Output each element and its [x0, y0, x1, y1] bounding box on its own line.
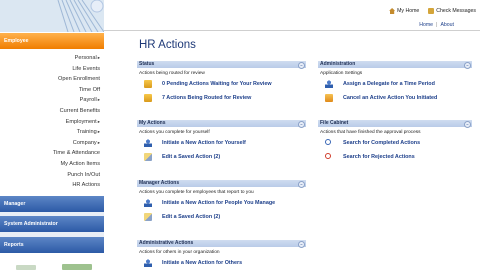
chevron-right-icon: ▸ [97, 55, 100, 60]
sidebar-item-open-enrollment[interactable]: Open Enrollment [0, 74, 103, 85]
edit-saved-action-link[interactable]: Edit a Saved Action (2) [137, 210, 306, 224]
sidebar-item-personal[interactable]: Personal▸ [0, 53, 103, 64]
sidebar-item-company[interactable]: Company▸ [0, 138, 103, 149]
chevron-right-icon: ▸ [97, 129, 100, 135]
banner-graphic [0, 0, 104, 32]
chevron-right-icon: ▸ [97, 118, 100, 124]
status-panel: Status − Actions being routed for review… [137, 61, 306, 109]
panel-description: Actions that have finished the approval … [320, 130, 421, 135]
collapse-icon[interactable]: − [298, 241, 305, 248]
administrative-actions-panel: Administrative Actions − Actions for oth… [137, 240, 306, 270]
panel-description: Actions you complete for yourself [139, 130, 210, 135]
manager-actions-panel: Manager Actions − Actions you complete f… [137, 180, 306, 228]
person-icon [325, 80, 333, 88]
search-icon [325, 139, 331, 145]
sidebar-item-life-events[interactable]: Life Events [0, 64, 103, 75]
employee-menu: Personal▸ Life Events Open Enrollment Ti… [0, 53, 103, 191]
initiate-action-self-link[interactable]: Initiate a New Action for Yourself [137, 136, 306, 150]
folder-icon [325, 94, 333, 102]
assign-delegate-link[interactable]: Assign a Delegate for a Time Period [318, 77, 472, 91]
panel-description: Actions being routed for review [139, 71, 205, 76]
chevron-right-icon: ▸ [97, 139, 100, 145]
search-icon [325, 153, 331, 159]
initiate-action-others-link[interactable]: Initiate a New Action for Others [137, 256, 306, 270]
file-cabinet-panel: File Cabinet − Actions that have finishe… [318, 120, 472, 168]
cancel-active-action-link[interactable]: Cancel an Active Action You Initiated [318, 91, 472, 105]
header-nav: Home | About [419, 22, 454, 28]
pending-actions-link[interactable]: 0 Pending Actions Waiting for Your Revie… [137, 77, 306, 91]
sidebar-item-time-off[interactable]: Time Off [0, 85, 103, 96]
collapse-icon[interactable]: − [298, 181, 305, 188]
panel-description: Actions you complete for employees that … [139, 190, 254, 195]
collapse-icon[interactable]: − [298, 121, 305, 128]
person-icon [144, 139, 152, 147]
sidebar-section-reports[interactable]: Reports [0, 237, 104, 253]
panel-header: Status − [137, 61, 306, 69]
administration-panel: Administration − Application Settings As… [318, 61, 472, 109]
sidebar-section-manager[interactable]: Manager [0, 196, 104, 212]
about-link[interactable]: About [440, 22, 454, 28]
panel-header: Administration − [318, 61, 472, 69]
my-actions-panel: My Actions − Actions you complete for yo… [137, 120, 306, 168]
sidebar-banner [0, 0, 104, 32]
sidebar-item-punch-in-out[interactable]: Punch In/Out [0, 170, 103, 181]
person-icon [144, 259, 152, 267]
header-divider [104, 30, 480, 31]
sidebar-item-payroll[interactable]: Payroll▸ [0, 95, 103, 106]
sidebar-item-hr-actions[interactable]: HR Actions [0, 180, 103, 191]
page-title: HR Actions [139, 39, 196, 51]
edit-icon [144, 153, 152, 161]
collapse-icon[interactable]: − [298, 62, 305, 69]
panel-description: Application Settings [320, 71, 363, 76]
search-completed-actions-link[interactable]: Search for Completed Actions [318, 136, 472, 150]
my-home-link[interactable]: My Home [397, 8, 419, 14]
panel-description: Actions for others in your organization [139, 250, 220, 255]
search-rejected-actions-link[interactable]: Search for Rejected Actions [318, 150, 472, 164]
panel-header: File Cabinet − [318, 120, 472, 128]
top-bar: My Home Check Messages Home | About [104, 0, 480, 30]
collapse-icon[interactable]: − [464, 121, 471, 128]
sidebar: Employee Personal▸ Life Events Open Enro… [0, 0, 104, 270]
panel-header: My Actions − [137, 120, 306, 128]
top-links: My Home Check Messages [389, 8, 476, 14]
panel-header: Manager Actions − [137, 180, 306, 188]
home-link[interactable]: Home [419, 22, 433, 28]
folder-icon [144, 80, 152, 88]
check-messages-link[interactable]: Check Messages [436, 8, 476, 14]
sidebar-section-system-administrator[interactable]: System Administrator [0, 216, 104, 232]
collapse-icon[interactable]: − [464, 62, 471, 69]
edit-icon [144, 213, 152, 221]
sidebar-item-employment[interactable]: Employment▸ [0, 117, 103, 128]
message-icon [428, 8, 435, 14]
chevron-right-icon: ▸ [97, 97, 100, 103]
sidebar-item-training[interactable]: Training▸ [0, 127, 103, 138]
sidebar-item-my-action-items[interactable]: My Action Items [0, 159, 103, 170]
routed-actions-link[interactable]: 7 Actions Being Routed for Review [137, 91, 306, 105]
initiate-action-managed-link[interactable]: Initiate a New Action for People You Man… [137, 196, 306, 210]
sidebar-item-time-attendance[interactable]: Time & Attendance [0, 148, 103, 159]
sidebar-item-current-benefits[interactable]: Current Benefits [0, 106, 103, 117]
panel-header: Administrative Actions − [137, 240, 306, 248]
folder-icon [144, 94, 152, 102]
vendor-logo [16, 264, 92, 270]
home-icon [389, 8, 396, 14]
person-icon [144, 199, 152, 207]
sidebar-section-employee[interactable]: Employee [0, 33, 104, 49]
edit-saved-action-link[interactable]: Edit a Saved Action (2) [137, 150, 306, 164]
